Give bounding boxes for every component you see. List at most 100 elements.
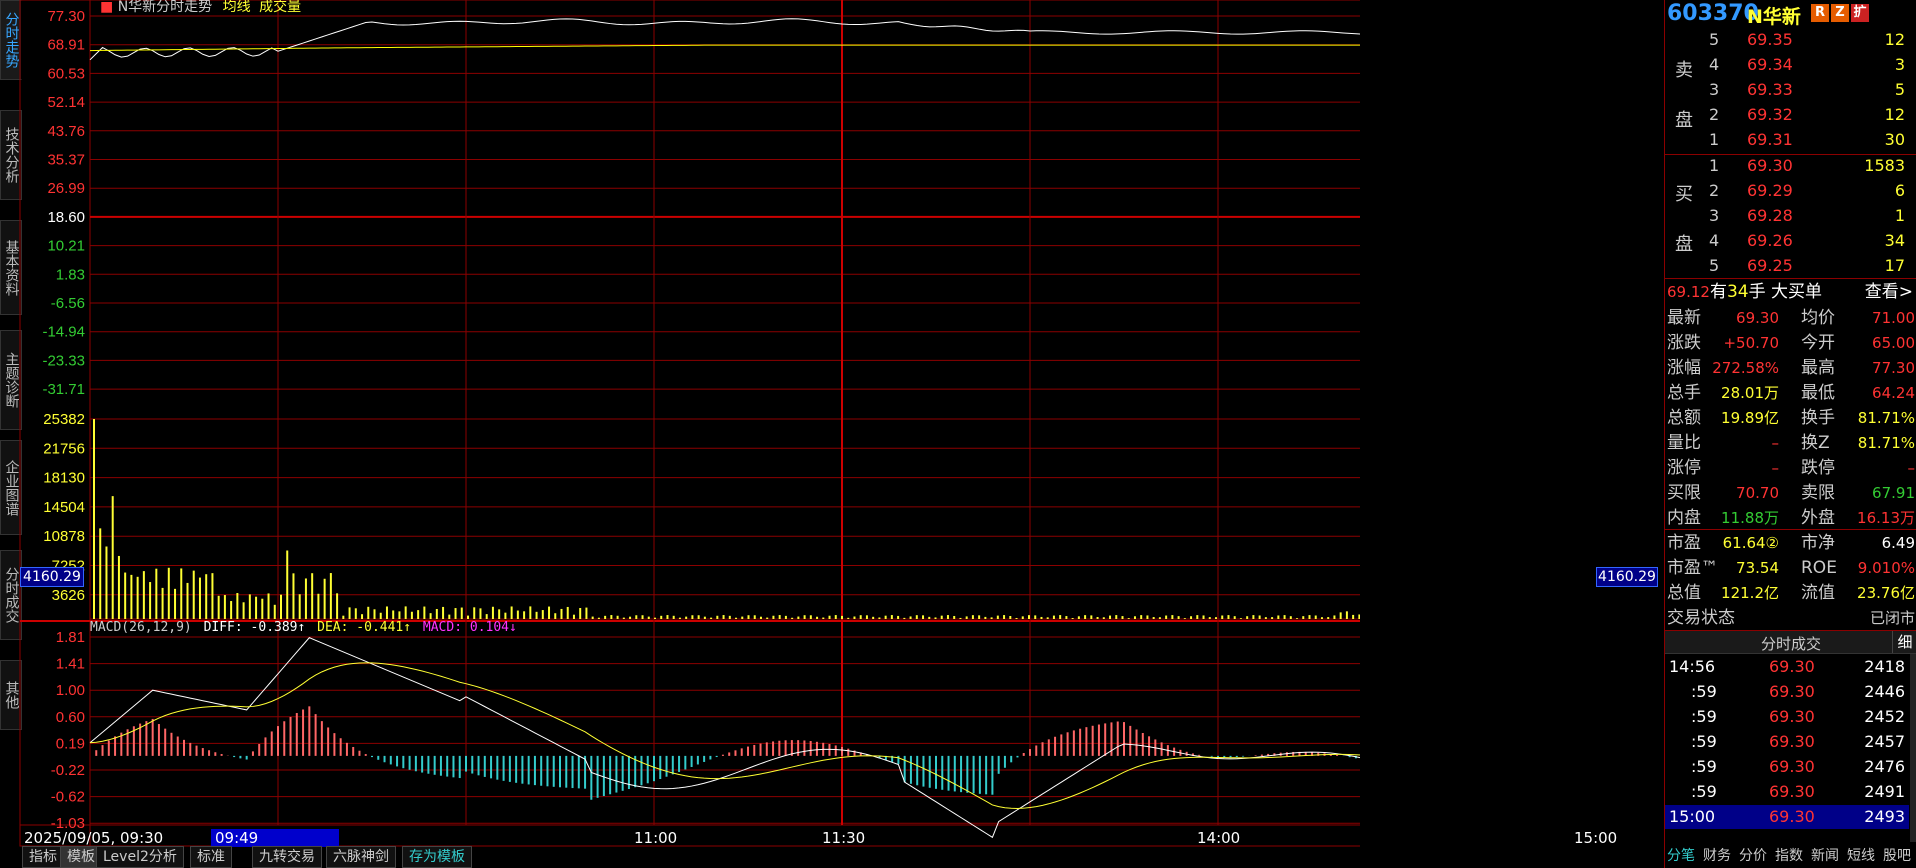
quote-label-1: 涨停 — [1667, 458, 1701, 478]
quote-label-2: 今开 — [1801, 333, 1835, 353]
trade-volume: 2418 — [1864, 657, 1905, 676]
trades-scrollbar[interactable] — [1910, 654, 1916, 842]
trade-row[interactable]: :59 69.30 2452 — [1665, 705, 1909, 729]
quote-label-2: 流值 — [1801, 583, 1835, 603]
trades-header: 分时成交 细 — [1665, 630, 1916, 654]
trade-volume: 2452 — [1864, 707, 1905, 726]
trade-row[interactable]: 14:56 69.30 2418 — [1665, 655, 1909, 679]
quote-label-2: 外盘 — [1801, 508, 1835, 528]
sell-row[interactable]: 5 69.35 12 — [1665, 30, 1916, 54]
time-tick-1130: 11:30 — [822, 829, 866, 847]
avg-price-line — [89, 44, 1360, 52]
sell-price: 69.33 — [1747, 80, 1793, 99]
quote-value-1: 11.88万 — [1721, 509, 1779, 527]
quote-row: 市盈 61.64② 市净 6.49 — [1665, 531, 1916, 555]
order-book-divider — [1665, 154, 1916, 155]
quote-row: 买限 70.70 卖限 67.91 — [1665, 481, 1916, 505]
time-axis-cursor: 09:49 — [211, 829, 339, 847]
buy-row[interactable]: 4 69.26 34 — [1665, 231, 1916, 255]
buy-price: 69.29 — [1747, 181, 1793, 200]
quote-value-2: 65.00 — [1872, 334, 1915, 352]
badge-r[interactable]: R — [1811, 4, 1829, 22]
sell-row[interactable]: 4 69.34 3 — [1665, 55, 1916, 79]
bottom-tab-4[interactable]: 九转交易 — [252, 846, 322, 868]
price-tick-left: 52.14 — [47, 94, 85, 111]
right-bottom-tab-2[interactable]: 分价 — [1739, 846, 1767, 866]
right-bottom-tab-1[interactable]: 财务 — [1703, 846, 1731, 866]
bottom-tab-2[interactable]: Level2分析 — [96, 846, 184, 868]
macd-tick: 0.60 — [56, 709, 85, 726]
volume-tick: 3626 — [52, 587, 85, 604]
trade-volume: 2491 — [1864, 782, 1905, 801]
price-tick-left: 18.60 — [47, 209, 85, 226]
quote-label-1: 交易状态 — [1667, 608, 1735, 628]
sell-row[interactable]: 3 69.33 5 — [1665, 80, 1916, 104]
sell-row[interactable]: 1 69.31 30 — [1665, 130, 1916, 154]
volume-value-left: 4160.29 — [20, 567, 84, 587]
trade-price: 69.30 — [1769, 682, 1815, 701]
quote-label-1: 涨幅 — [1667, 358, 1701, 378]
big-order-text1: 有 — [1709, 282, 1727, 302]
sell-level: 1 — [1709, 130, 1720, 149]
macd-label[interactable]: MACD(26,12,9) — [90, 620, 192, 635]
bottom-tab-5[interactable]: 六脉神剑 — [326, 846, 396, 868]
buy-row[interactable]: 1 69.30 1583 — [1665, 156, 1916, 180]
sell-level: 2 — [1709, 105, 1720, 124]
trade-row[interactable]: :59 69.30 2476 — [1665, 755, 1909, 779]
bottom-tab-3[interactable]: 标准 — [190, 846, 232, 868]
stock-name: N华新 — [1747, 6, 1801, 28]
avg-line-label[interactable]: 均线 — [223, 0, 251, 15]
sell-level: 4 — [1709, 55, 1720, 74]
time-axis-start: 2025/09/05, 09:30 — [24, 829, 164, 847]
trades-detail-button[interactable]: 细 — [1892, 631, 1916, 653]
sell-level: 3 — [1709, 80, 1720, 99]
sell-row[interactable]: 2 69.32 12 — [1665, 105, 1916, 129]
bottom-tab-0[interactable]: 指标 — [22, 846, 64, 868]
sell-volume: 30 — [1884, 130, 1905, 149]
trade-row[interactable]: 15:00 69.30 2493 — [1665, 805, 1909, 829]
intraday-chart[interactable]: 77.30315.6%68.91270.5%60.53225.4%52.1418… — [0, 0, 1360, 868]
chart-frame — [19, 0, 1360, 847]
trade-time: :59 — [1691, 732, 1717, 751]
quote-label-1: 总手 — [1667, 383, 1701, 403]
quote-row: 涨幅 272.58% 最高 77.30 — [1665, 356, 1916, 380]
quote-label-2: 均价 — [1801, 308, 1835, 328]
volume-tick: 21756 — [43, 440, 85, 457]
trade-row[interactable]: :59 69.30 2491 — [1665, 780, 1909, 804]
big-order-line[interactable]: 69.12有34手 大买单 查看> — [1667, 280, 1915, 304]
volume-label[interactable]: 成交量 — [259, 0, 301, 15]
macd-tick: 1.00 — [56, 682, 85, 699]
time-tick-1100: 11:00 — [634, 829, 678, 847]
sell-volume: 3 — [1894, 55, 1905, 74]
price-tick-left: -6.56 — [51, 295, 85, 312]
trade-volume: 2457 — [1864, 732, 1905, 751]
buy-level: 4 — [1709, 231, 1720, 250]
macd-diff: DIFF: -0.389↑ — [203, 620, 306, 635]
big-order-link[interactable]: 查看> — [1865, 280, 1913, 304]
buy-row[interactable]: 5 69.25 17 — [1665, 256, 1916, 280]
trade-time: :59 — [1691, 682, 1717, 701]
badge-expand[interactable]: 扩 — [1851, 4, 1869, 22]
quote-label-1: 内盘 — [1667, 508, 1701, 528]
right-bottom-tab-3[interactable]: 指数 — [1775, 846, 1803, 866]
trade-row[interactable]: :59 69.30 2457 — [1665, 730, 1909, 754]
right-bottom-tab-0[interactable]: 分笔 — [1667, 846, 1695, 866]
buy-volume: 17 — [1884, 256, 1905, 275]
trade-row[interactable]: :59 69.30 2446 — [1665, 680, 1909, 704]
buy-row[interactable]: 3 69.28 1 — [1665, 206, 1916, 230]
volume-tick: 25382 — [43, 411, 85, 428]
trade-time: :59 — [1691, 757, 1717, 776]
price-tick-left: 26.99 — [47, 180, 85, 197]
trade-time: 14:56 — [1669, 657, 1716, 676]
price-tick-left: 68.91 — [47, 37, 85, 54]
right-bottom-tab-6[interactable]: 股吧 — [1883, 846, 1911, 866]
quote-value-2: 81.71% — [1857, 434, 1915, 452]
badge-z[interactable]: Z — [1831, 4, 1849, 22]
quote-value-2: 67.91 — [1872, 484, 1915, 502]
volume-tick: 18130 — [43, 470, 85, 487]
right-bottom-tab-4[interactable]: 新闻 — [1811, 846, 1839, 866]
bottom-tab-6[interactable]: 存为模板 — [402, 846, 472, 868]
right-bottom-tab-5[interactable]: 短线 — [1847, 846, 1875, 866]
buy-row[interactable]: 2 69.29 6 — [1665, 181, 1916, 205]
quote-value-1: – — [1771, 459, 1780, 477]
